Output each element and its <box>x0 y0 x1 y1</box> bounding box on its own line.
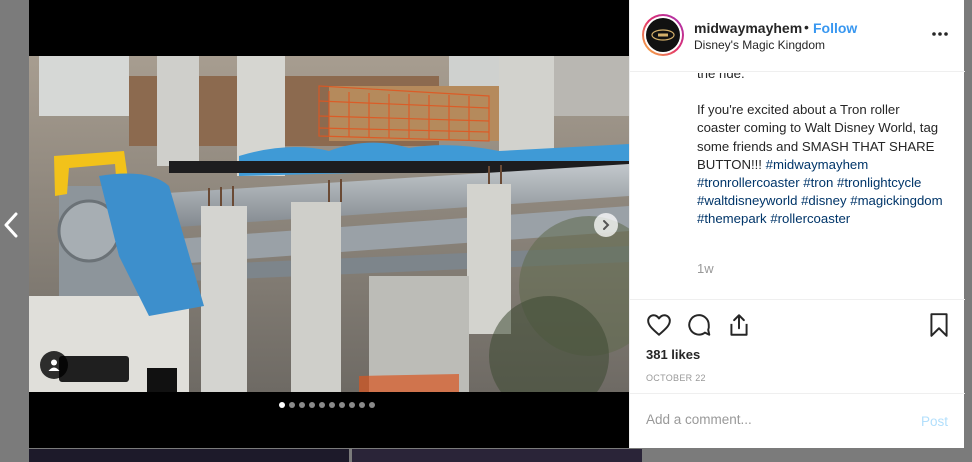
logo-icon <box>651 29 675 41</box>
user-tag-icon <box>48 359 60 371</box>
comment-icon <box>688 314 711 336</box>
hashtag-link[interactable]: #tronrollercoaster <box>697 175 800 190</box>
bookmark-icon <box>930 313 948 337</box>
carousel-dot <box>339 402 345 408</box>
like-count[interactable]: 381 likes <box>646 347 700 362</box>
more-options-icon <box>932 32 948 36</box>
post-photo <box>29 56 629 392</box>
carousel-dot <box>329 402 335 408</box>
hashtag-link[interactable]: #waltdisneyworld <box>697 193 797 208</box>
hashtag-link[interactable]: #tron <box>803 175 833 190</box>
caption-scroll-area[interactable]: the ride. If you're excited about a Tron… <box>630 73 965 299</box>
more-options-button[interactable] <box>930 24 950 44</box>
previous-post-button[interactable] <box>0 208 22 242</box>
hashtag-link[interactable]: #themepark <box>697 211 767 226</box>
comment-input[interactable] <box>646 412 906 427</box>
carousel-indicator <box>279 402 375 408</box>
share-icon <box>730 314 748 336</box>
post-date: OCTOBER 22 <box>646 373 706 383</box>
carousel-dot <box>319 402 325 408</box>
carousel-dot <box>309 402 315 408</box>
hashtag-link[interactable]: #magickingdom <box>850 193 942 208</box>
share-button[interactable] <box>726 312 752 338</box>
carousel-dot <box>359 402 365 408</box>
save-button[interactable] <box>926 312 952 338</box>
grid-thumbnail[interactable] <box>29 449 349 462</box>
heart-icon <box>647 314 671 336</box>
follow-button[interactable]: Follow <box>813 20 857 36</box>
like-button[interactable] <box>646 312 672 338</box>
caption-time: 1w <box>697 261 714 276</box>
profile-logo <box>646 18 680 52</box>
carousel-dot <box>369 402 375 408</box>
chevron-right-icon <box>603 220 610 230</box>
post-sidebar: midwaymayhem • Follow Disney's Magic Kin… <box>629 0 965 448</box>
carousel-next-button[interactable] <box>594 213 618 237</box>
caption-text: the ride. If you're excited about a Tron… <box>697 73 945 229</box>
post-header: midwaymayhem • Follow Disney's Magic Kin… <box>630 0 965 72</box>
grid-thumbnail[interactable] <box>352 449 642 462</box>
carousel-dot <box>279 402 285 408</box>
hashtag-link[interactable]: #rollercoaster <box>770 211 850 226</box>
post-comment-button[interactable]: Post <box>921 414 948 429</box>
hashtag-link[interactable]: #midwaymayhem <box>766 157 869 172</box>
media-pane <box>29 0 629 448</box>
carousel-dot <box>349 402 355 408</box>
chevron-left-icon <box>4 212 18 238</box>
comment-form: Post <box>630 393 965 448</box>
hashtag-link[interactable]: #tronlightcycle <box>837 175 921 190</box>
carousel-dot <box>289 402 295 408</box>
hashtag-link[interactable]: #disney <box>801 193 846 208</box>
comment-button[interactable] <box>686 312 712 338</box>
carousel-dot <box>299 402 305 408</box>
separator-dot: • <box>804 19 809 35</box>
caption-lead: the ride. <box>697 73 745 81</box>
tagged-users-button[interactable] <box>40 351 68 379</box>
location-link[interactable]: Disney's Magic Kingdom <box>694 38 825 52</box>
avatar[interactable] <box>642 14 684 56</box>
construction-photo <box>29 56 629 392</box>
caption-body: If you're excited about a Tron roller co… <box>697 102 943 227</box>
username-link[interactable]: midwaymayhem <box>694 20 802 36</box>
